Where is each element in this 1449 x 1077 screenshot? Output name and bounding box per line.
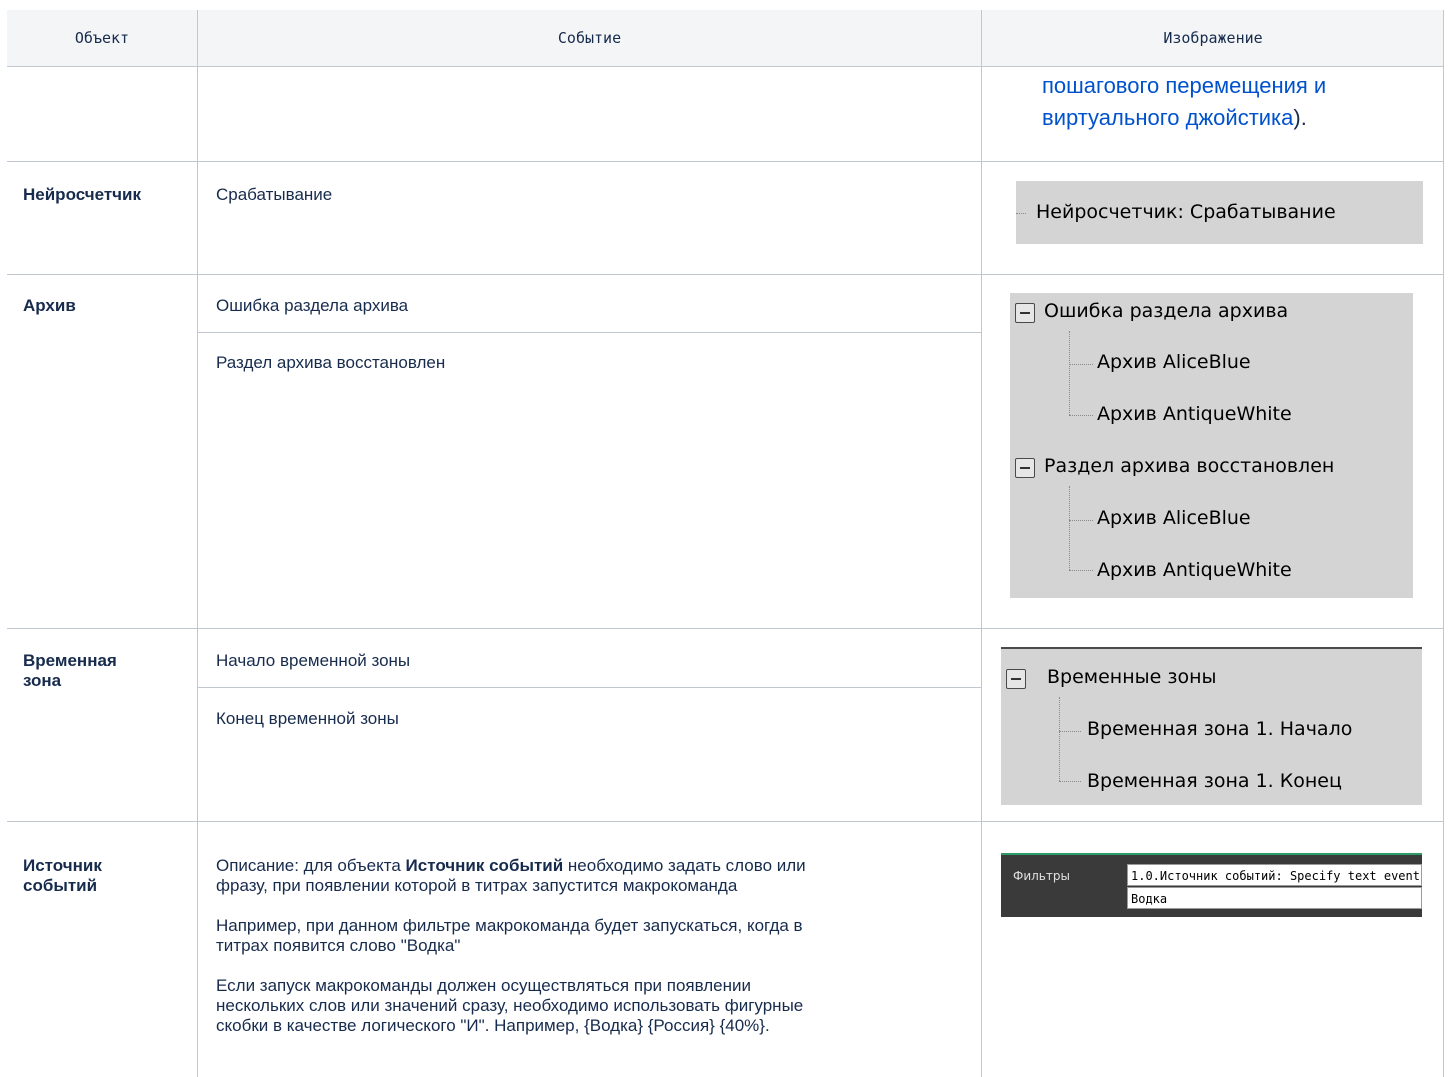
filter-label: Фильтры <box>1013 869 1070 883</box>
object-source-line2: событий <box>23 876 98 895</box>
link-line2[interactable]: виртуального джойстика <box>1042 105 1293 130</box>
row-divider <box>7 821 1444 822</box>
column-divider <box>197 10 198 1077</box>
desc-text: Описание: для объекта <box>216 856 406 875</box>
event-archive-restored: Раздел архива восстановлен <box>216 353 446 372</box>
object-timezone: Временная зона <box>23 651 117 691</box>
filter-value-1: 1.0.Источник событий: Specify text event <box>1127 864 1422 886</box>
continued-link-text: пошагового перемещения и виртуального дж… <box>1042 70 1326 134</box>
object-archive: Архив <box>23 296 76 315</box>
object-source-line1: Источник <box>23 856 102 875</box>
filter-value-2: Водка <box>1127 887 1422 909</box>
tree-group-archive-restored: Раздел архива восстановлен <box>1044 455 1335 477</box>
note-text: Если запуск макрокоманды должен осуществ… <box>216 976 752 995</box>
tree-item: Архив AntiqueWhite <box>1097 559 1292 581</box>
example-text: титрах появится слово "Водка" <box>216 936 461 955</box>
example-text: Например, при данном фильтре макрокоманд… <box>216 916 803 935</box>
event-timezone-end: Конец временной зоны <box>216 709 399 728</box>
tree-group-timezones: Временные зоны <box>1047 666 1217 688</box>
column-divider <box>1443 10 1444 1077</box>
collapse-icon <box>1015 303 1035 323</box>
source-logical-and-note: Если запуск макрокоманды должен осуществ… <box>216 976 966 1036</box>
column-divider <box>981 10 982 1077</box>
tree-item: Временная зона 1. Начало <box>1087 718 1353 740</box>
image-archive-tree: Ошибка раздела архива Архив AliceBlue Ар… <box>1010 293 1413 598</box>
header-event: Событие <box>557 29 622 47</box>
event-archive-error: Ошибка раздела архива <box>216 296 409 315</box>
note-text: скобки в качестве логического "И". Напри… <box>216 1016 770 1035</box>
header-object: Объект <box>74 29 130 47</box>
tree-item: Архив AliceBlue <box>1097 507 1251 529</box>
row-divider <box>7 66 1444 67</box>
tree-item: Архив AntiqueWhite <box>1097 403 1292 425</box>
image-filter-panel: Фильтры 1.0.Источник событий: Specify te… <box>1001 853 1422 917</box>
link-tail: ). <box>1293 105 1307 130</box>
source-description: Описание: для объекта Источник событий н… <box>216 856 966 896</box>
neurocounter-label: Нейросчетчик: Срабатывание <box>1036 201 1336 223</box>
object-timezone-line2: зона <box>23 671 62 690</box>
row-divider <box>7 161 1444 162</box>
tree-item: Архив AliceBlue <box>1097 351 1251 373</box>
desc-text: необходимо задать слово или <box>563 856 806 875</box>
object-neurocounter: Нейросчетчик <box>23 185 141 204</box>
tree-group-archive-error: Ошибка раздела архива <box>1044 300 1289 322</box>
link-line1[interactable]: пошагового перемещения и <box>1042 73 1326 98</box>
note-text: нескольких слов или значений сразу, необ… <box>216 996 804 1015</box>
row-divider <box>7 628 1444 629</box>
row-divider <box>7 274 1444 275</box>
object-event-source: Источник событий <box>23 856 102 896</box>
collapse-icon <box>1015 458 1035 478</box>
collapse-icon <box>1006 669 1026 689</box>
row-divider <box>197 687 981 688</box>
source-example: Например, при данном фильтре макрокоманд… <box>216 916 966 956</box>
event-trigger: Срабатывание <box>216 185 333 204</box>
header-image: Изображение <box>1163 29 1263 47</box>
row-divider <box>197 332 981 333</box>
object-timezone-line1: Временная <box>23 651 117 670</box>
desc-bold: Источник событий <box>405 856 564 875</box>
image-timezone-tree: Временные зоны Временная зона 1. Начало … <box>1001 647 1422 805</box>
event-timezone-start: Начало временной зоны <box>216 651 411 670</box>
tree-item: Временная зона 1. Конец <box>1087 770 1342 792</box>
table-header: Объект Событие Изображение <box>7 10 1444 66</box>
image-neurocounter: Нейросчетчик: Срабатывание <box>1016 181 1423 244</box>
desc-text: фразу, при появлении которой в титрах за… <box>216 876 738 895</box>
events-table: Объект Событие Изображение пошагового пе… <box>7 10 1444 1077</box>
